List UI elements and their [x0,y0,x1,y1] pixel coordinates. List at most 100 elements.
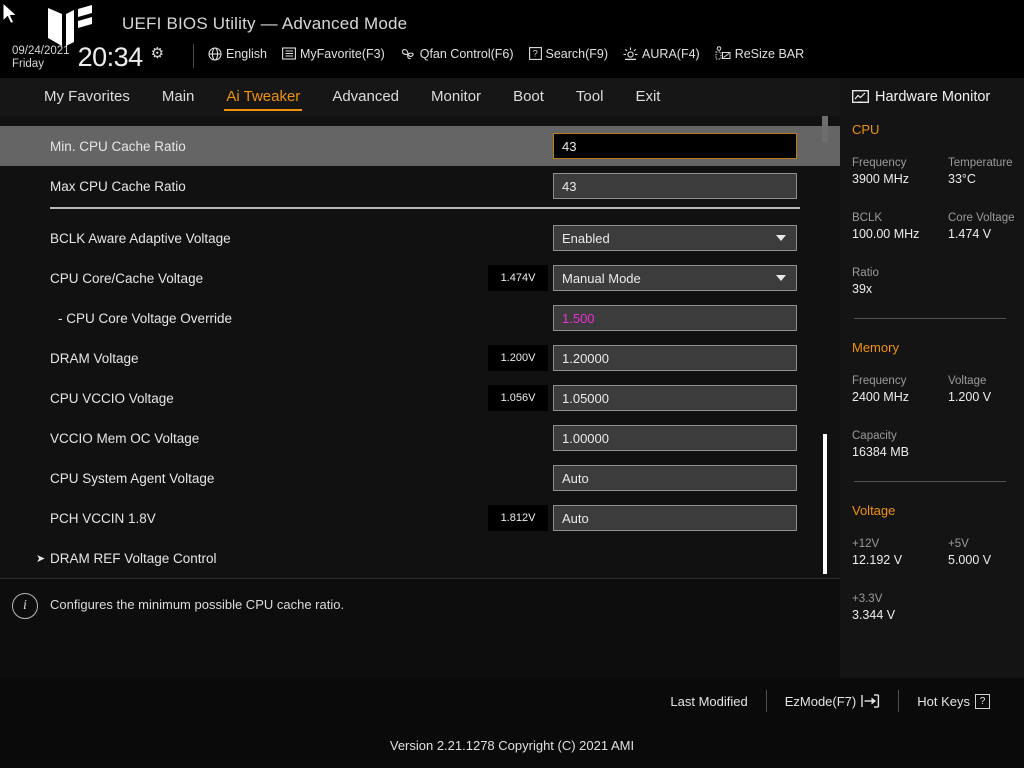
metric-key: Temperature [948,157,1013,169]
metric-key: Voltage [948,375,987,387]
tool-resize-bar[interactable]: ReSize BAR [715,46,804,61]
setting-row-bclk-aware-adaptive-voltage[interactable]: BCLK Aware Adaptive Voltage Enabled [0,218,840,258]
setting-row-cpu-system-agent-voltage[interactable]: CPU System Agent Voltage Auto [0,458,840,498]
header-bar: UEFI BIOS Utility — Advanced Mode 09/24/… [0,0,1024,78]
metric-key: +5V [948,538,969,550]
tool-search[interactable]: ? Search(F9) [528,46,609,61]
globe-icon [208,46,222,61]
setting-live-badge: 1.056V [488,385,548,411]
hotkeys-button[interactable]: Hot Keys ? [899,693,1008,709]
tool-language-label: English [226,46,267,61]
setting-row-dram-ref-voltage-control[interactable]: ➤ DRAM REF Voltage Control [0,538,840,578]
setting-row-min-cpu-cache-ratio[interactable]: Min. CPU Cache Ratio 43 [0,126,840,166]
metric-value: 2400 MHz [852,390,909,404]
section-header-cpu: CPU [852,122,880,137]
datetime-display: 09/24/2021 Friday 20:34 ⚙ [12,44,164,71]
metric-value: 100.00 MHz [852,227,920,241]
settings-list: Min. CPU Cache Ratio 43 Max CPU Cache Ra… [0,116,840,578]
tool-myfavorite[interactable]: MyFavorite(F3) [282,47,385,61]
setting-row-dram-voltage[interactable]: DRAM Voltage 1.200V 1.20000 [0,338,840,378]
setting-value-input[interactable]: 1.05000 [553,385,797,411]
setting-value-input[interactable]: 1.00000 [553,425,797,451]
setting-value-input[interactable]: 1.20000 [553,345,797,371]
tab-boot[interactable]: Boot [511,85,546,110]
metric-value: 3900 MHz [852,172,909,186]
tab-ai-tweaker[interactable]: Ai Tweaker [224,85,303,111]
tool-language[interactable]: English [208,47,267,61]
header-divider [193,44,194,68]
tool-aura[interactable]: AURA(F4) [623,47,700,61]
setting-label: Min. CPU Cache Ratio [50,138,186,154]
setting-row-pch-vccin-1-8v[interactable]: PCH VCCIN 1.8V 1.812V Auto [0,498,840,538]
tool-search-label: Search(F9) [545,46,609,61]
main-tabs: My Favorites Main Ai Tweaker Advanced Mo… [0,78,840,116]
setting-value-input[interactable]: 43 [553,173,797,199]
tab-advanced[interactable]: Advanced [330,85,401,110]
setting-label: Max CPU Cache Ratio [50,178,186,194]
footer-bar: Last Modified EzMode(F7) Hot Keys ? Vers… [0,678,1024,768]
hotkeys-label: Hot Keys [917,693,970,709]
metric-value: 12.192 V [852,553,903,567]
version-text: Version 2.21.1278 Copyright (C) 2021 AMI [389,738,635,753]
tool-aura-label: AURA(F4) [642,46,700,61]
metric-key: Frequency [852,157,907,169]
setting-row-cpu-core-voltage-override[interactable]: - CPU Core Voltage Override 1.500 [0,298,840,338]
ezmode-button[interactable]: EzMode(F7) [767,694,899,709]
metric-value: 1.474 V [948,227,992,241]
setting-live-badge: 1.200V [488,345,548,371]
metric-value: 16384 MB [852,445,909,459]
tool-resize-bar-label: ReSize BAR [734,46,805,61]
metric-key: Core Voltage [948,212,1015,224]
setting-value-input[interactable]: Auto [553,505,797,531]
sidebar-divider [854,318,1006,319]
hardware-monitor-panel: Hardware Monitor CPU Frequency 3900 MHz … [840,78,1024,678]
last-modified-button[interactable]: Last Modified [652,694,765,709]
setting-label: CPU System Agent Voltage [50,470,215,486]
setting-value-select[interactable]: Manual Mode [553,265,797,291]
gear-icon[interactable]: ⚙ [151,44,164,62]
metric-key: Frequency [852,375,907,387]
hardware-monitor-title: Hardware Monitor [852,89,990,105]
mouse-cursor [2,2,18,25]
current-time: 20:34 [77,42,144,72]
tab-tool[interactable]: Tool [574,85,606,110]
help-bar: i Configures the minimum possible CPU ca… [0,578,840,678]
list-icon [282,47,296,60]
section-header-voltage: Voltage [852,503,896,518]
resize-bar-icon [715,46,731,60]
metric-key: Capacity [852,430,897,442]
setting-value-input[interactable]: Auto [553,465,797,491]
setting-row-max-cpu-cache-ratio[interactable]: Max CPU Cache Ratio 43 [0,166,840,206]
setting-row-vccio-mem-oc-voltage[interactable]: VCCIO Mem OC Voltage 1.00000 [0,418,840,458]
footer-actions: Last Modified EzMode(F7) Hot Keys ? [652,690,1008,712]
metric-value: 39x [852,282,873,296]
section-divider [50,207,800,209]
monitor-icon [852,89,869,103]
metric-key: BCLK [852,212,883,224]
scrollbar-thumb[interactable] [823,434,827,574]
select-value: Manual Mode [562,270,641,286]
content-scrollbar[interactable] [822,116,828,578]
setting-live-badge: 1.474V [488,265,548,291]
setting-row-cpu-vccio-voltage[interactable]: CPU VCCIO Voltage 1.056V 1.05000 [0,378,840,418]
setting-label: VCCIO Mem OC Voltage [50,430,200,446]
setting-label: - CPU Core Voltage Override [58,310,233,326]
current-date: 09/24/2021 [12,45,70,57]
tool-qfan-label: Qfan Control(F6) [419,46,514,61]
setting-value-input[interactable]: 43 [553,133,797,159]
tab-exit[interactable]: Exit [633,85,662,110]
tool-qfan-control[interactable]: Qfan Control(F6) [400,47,514,61]
tab-my-favorites[interactable]: My Favorites [42,85,132,110]
metric-value: 3.344 V [852,608,896,622]
svg-text:?: ? [532,49,537,59]
setting-value-input[interactable]: 1.500 [553,305,797,331]
setting-live-badge: 1.812V [488,505,548,531]
setting-value-select[interactable]: Enabled [553,225,797,251]
metric-key: +12V [852,538,880,550]
tab-main[interactable]: Main [160,85,197,110]
hardware-monitor-label: Hardware Monitor [875,89,991,105]
chevron-right-icon: ➤ [36,552,46,565]
setting-row-cpu-core-cache-voltage[interactable]: CPU Core/Cache Voltage 1.474V Manual Mod… [0,258,840,298]
tab-monitor[interactable]: Monitor [429,85,483,110]
metric-value: 33°C [948,172,976,186]
